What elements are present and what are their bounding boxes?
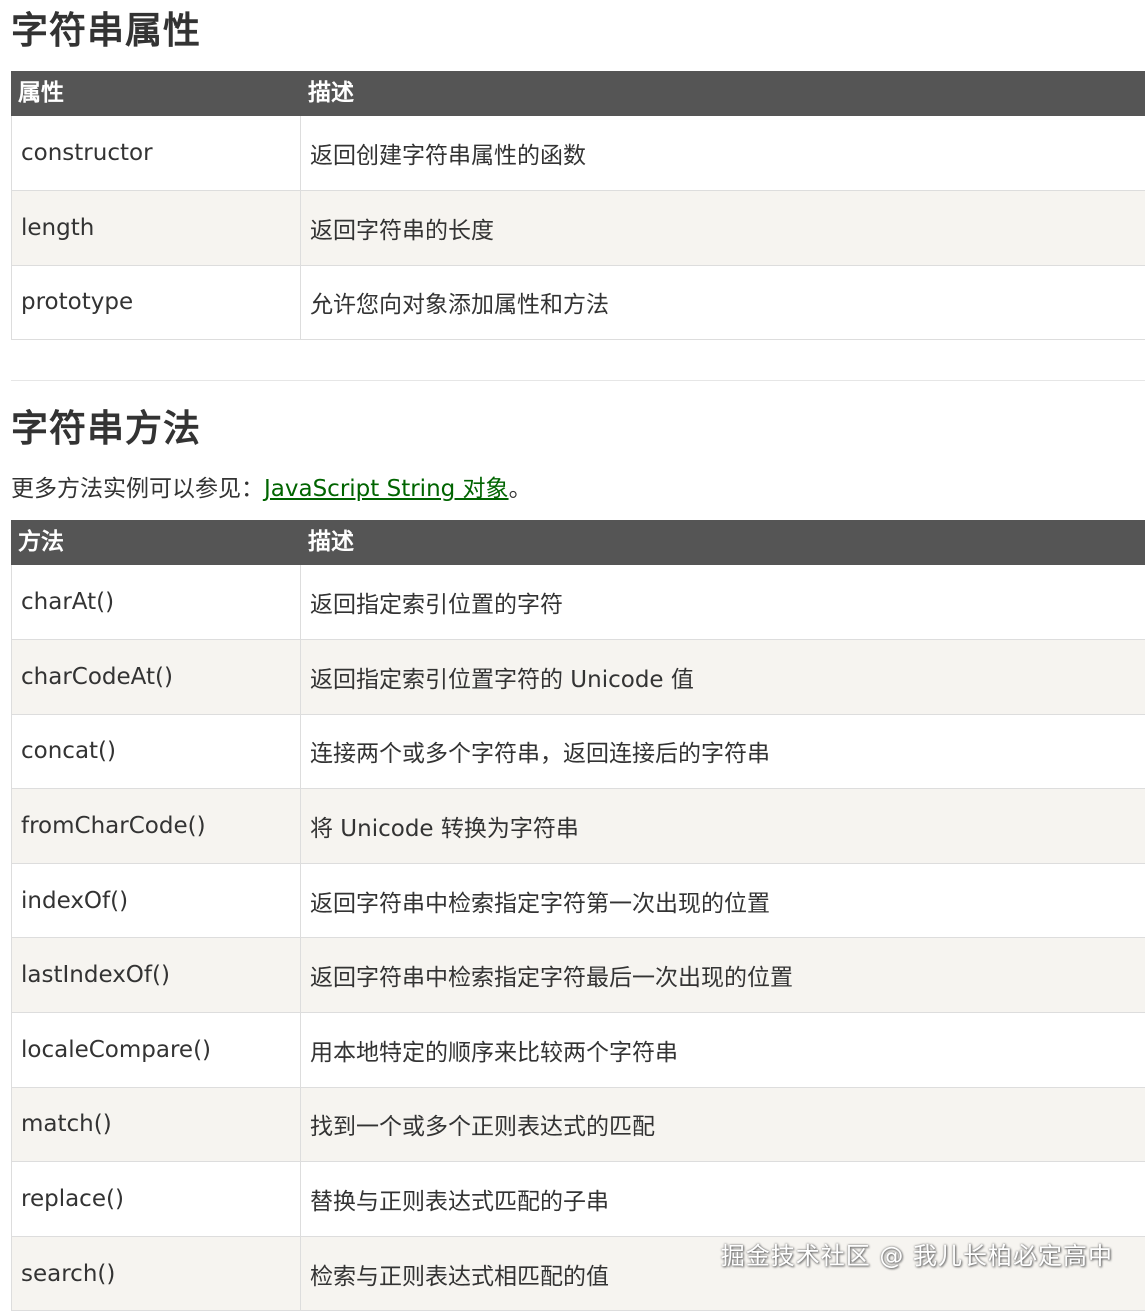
method-name: match(): [12, 1087, 301, 1162]
method-description: 返回指定索引位置的字符: [301, 565, 1145, 640]
section-divider: [11, 380, 1145, 381]
properties-table: 属性 描述 constructor 返回创建字符串属性的函数 length 返回…: [11, 71, 1145, 340]
table-row: charCodeAt() 返回指定索引位置字符的 Unicode 值: [12, 640, 1145, 715]
property-description: 允许您向对象添加属性和方法: [301, 265, 1145, 340]
header-description: 描述: [301, 71, 1145, 116]
intro-text: 更多方法实例可以参见：: [11, 476, 264, 502]
method-description: 返回指定索引位置字符的 Unicode 值: [301, 640, 1145, 715]
method-description: 替换与正则表达式匹配的子串: [301, 1162, 1145, 1237]
table-row: lastIndexOf() 返回字符串中检索指定字符最后一次出现的位置: [12, 938, 1145, 1013]
property-description: 返回创建字符串属性的函数: [301, 116, 1145, 191]
table-row: localeCompare() 用本地特定的顺序来比较两个字符串: [12, 1013, 1145, 1088]
table-row: constructor 返回创建字符串属性的函数: [12, 116, 1145, 191]
header-description: 描述: [301, 520, 1145, 565]
method-name: charAt(): [12, 565, 301, 640]
table-row: fromCharCode() 将 Unicode 转换为字符串: [12, 789, 1145, 864]
property-name: length: [12, 191, 301, 266]
method-name: localeCompare(): [12, 1013, 301, 1088]
table-header-row: 方法 描述: [12, 520, 1145, 565]
header-property: 属性: [12, 71, 301, 116]
method-description: 返回字符串中检索指定字符最后一次出现的位置: [301, 938, 1145, 1013]
method-name: fromCharCode(): [12, 789, 301, 864]
property-description: 返回字符串的长度: [301, 191, 1145, 266]
table-header-row: 属性 描述: [12, 71, 1145, 116]
method-name: search(): [12, 1236, 301, 1311]
method-description: 连接两个或多个字符串，返回连接后的字符串: [301, 714, 1145, 789]
methods-intro: 更多方法实例可以参见：JavaScript String 对象。: [11, 474, 532, 504]
table-row: concat() 连接两个或多个字符串，返回连接后的字符串: [12, 714, 1145, 789]
method-name: charCodeAt(): [12, 640, 301, 715]
table-row: match() 找到一个或多个正则表达式的匹配: [12, 1087, 1145, 1162]
table-row: charAt() 返回指定索引位置的字符: [12, 565, 1145, 640]
method-description: 用本地特定的顺序来比较两个字符串: [301, 1013, 1145, 1088]
method-name: lastIndexOf(): [12, 938, 301, 1013]
table-row: prototype 允许您向对象添加属性和方法: [12, 265, 1145, 340]
table-row: replace() 替换与正则表达式匹配的子串: [12, 1162, 1145, 1237]
method-name: replace(): [12, 1162, 301, 1237]
properties-section-title: 字符串属性: [11, 12, 201, 49]
string-object-link[interactable]: JavaScript String 对象: [264, 476, 509, 502]
methods-section-title: 字符串方法: [11, 410, 201, 447]
methods-table: 方法 描述 charAt() 返回指定索引位置的字符 charCodeAt() …: [11, 520, 1145, 1311]
method-name: indexOf(): [12, 863, 301, 938]
table-row: indexOf() 返回字符串中检索指定字符第一次出现的位置: [12, 863, 1145, 938]
table-row: length 返回字符串的长度: [12, 191, 1145, 266]
header-method: 方法: [12, 520, 301, 565]
property-name: constructor: [12, 116, 301, 191]
property-name: prototype: [12, 265, 301, 340]
method-name: concat(): [12, 714, 301, 789]
intro-suffix: 。: [509, 476, 532, 502]
method-description: 将 Unicode 转换为字符串: [301, 789, 1145, 864]
method-description: 返回字符串中检索指定字符第一次出现的位置: [301, 863, 1145, 938]
watermark: 掘金技术社区 @ 我儿长柏必定高中: [721, 1236, 1113, 1271]
method-description: 找到一个或多个正则表达式的匹配: [301, 1087, 1145, 1162]
